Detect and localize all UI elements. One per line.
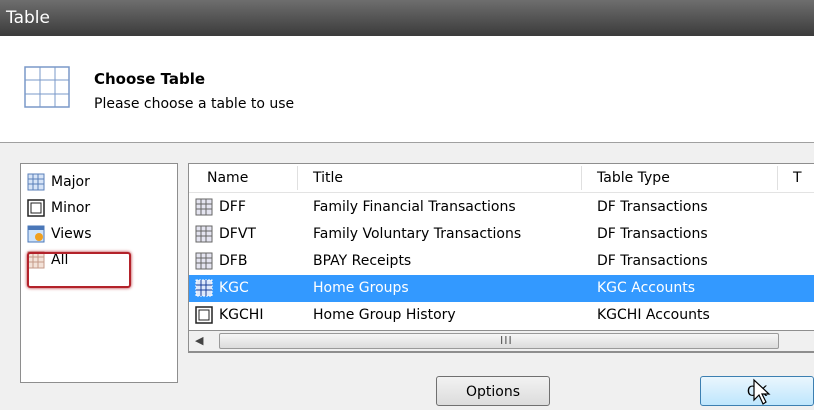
row-title: BPAY Receipts [313,253,412,269]
major-table-icon [195,198,213,216]
row-type: KGC Accounts [597,280,696,296]
table-row[interactable]: DFB BPAY Receipts DF Transactions [189,248,814,275]
minor-table-icon [27,199,45,217]
list-header: Name Title Table Type T [189,164,814,193]
row-type: DF Transactions [597,199,708,215]
major-table-icon [27,173,45,191]
scrollbar-grip: III [500,334,513,347]
row-title: Home Group History [313,307,456,323]
major-table-icon [195,252,213,270]
nav-item-label: Minor [51,200,91,216]
row-title: Family Voluntary Transactions [313,226,522,242]
row-title: Family Financial Transactions [313,199,516,215]
column-header-title[interactable]: Title [313,170,343,186]
row-name: DFB [219,253,248,269]
table-row[interactable]: KGCHI Home Group History KGCHI Accounts [189,302,814,329]
row-name: DFVT [219,226,256,242]
table-grid-icon [24,66,70,112]
table-row-selected[interactable]: KGC Home Groups KGC Accounts [189,275,814,302]
scrollbar-thumb[interactable]: III [219,333,779,349]
major-table-icon [195,225,213,243]
window-title: Table [0,0,814,36]
table-list: Name Title Table Type T DFF Family Finan… [188,163,814,353]
row-title: Home Groups [313,280,409,296]
page-subtitle: Please choose a table to use [94,96,295,112]
mouse-pointer-icon [752,378,774,410]
row-type: KGCHI Accounts [597,307,710,323]
table-row[interactable]: DFVT Family Voluntary Transactions DF Tr… [189,221,814,248]
nav-item-minor[interactable]: Minor [27,196,90,220]
table-category-list: Major Minor Views All [20,163,178,383]
page-title: Choose Table [94,70,206,88]
scroll-left-icon[interactable]: ◀ [195,334,203,347]
nav-item-label: Major [51,174,90,190]
row-name: KGC [219,280,249,296]
horizontal-scrollbar[interactable]: ◀ III [188,330,814,352]
column-header-name[interactable]: Name [207,170,248,186]
options-button[interactable]: Options [436,376,550,406]
minor-table-icon [195,306,213,324]
column-header-truncated[interactable]: T [793,170,802,186]
dialog-header: Choose Table Please choose a table to us… [0,36,814,143]
row-type: DF Transactions [597,226,708,242]
row-name: DFF [219,199,246,215]
column-header-table-type[interactable]: Table Type [597,170,670,186]
nav-item-major[interactable]: Major [27,170,90,194]
row-type: DF Transactions [597,253,708,269]
major-table-icon [195,279,213,297]
row-name: KGCHI [219,307,264,323]
table-row[interactable]: DFF Family Financial Transactions DF Tra… [189,194,814,221]
nav-item-label: Views [51,226,92,242]
nav-item-views[interactable]: Views [27,222,92,246]
views-icon [27,225,45,243]
highlight-box [27,252,131,288]
